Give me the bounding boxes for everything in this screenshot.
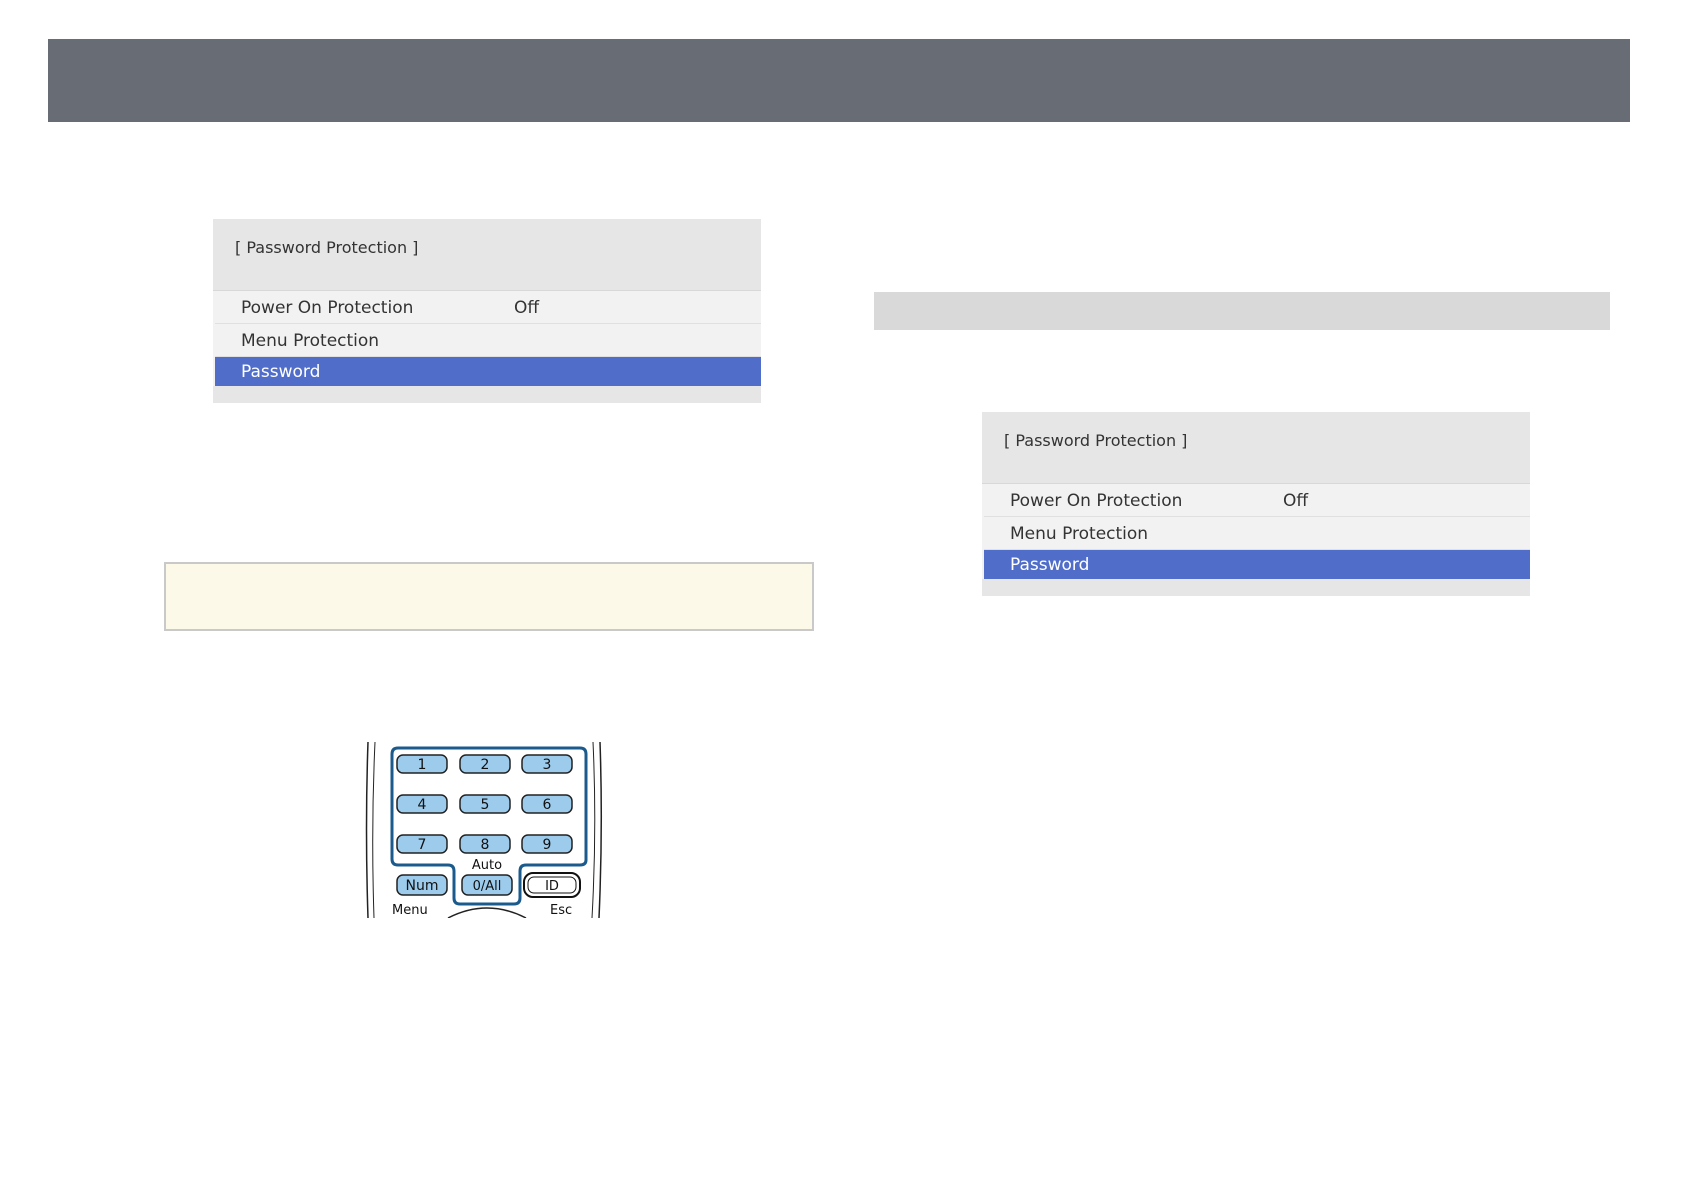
number-key-label: 5: [481, 797, 490, 813]
menu-item-label: Power On Protection: [1010, 491, 1183, 511]
remote-left-inner-edge: [372, 741, 376, 918]
menu-label: Menu: [392, 903, 428, 918]
menu-title: [ Password Protection ]: [982, 412, 1530, 484]
number-key-label: 6: [543, 797, 552, 813]
remote-left-edge: [365, 741, 369, 918]
number-key-label: 1: [418, 757, 427, 773]
password-protection-menu-left: [ Password Protection ] Power On Protect…: [213, 219, 761, 403]
number-key-label: 8: [481, 837, 490, 853]
menu-item-label: Menu Protection: [1010, 524, 1149, 544]
menu-item-value: Off: [1283, 491, 1309, 511]
zero-all-key-label: 0/All: [473, 879, 502, 894]
number-key-label: 3: [543, 757, 552, 773]
menu-item-label: Menu Protection: [241, 331, 380, 351]
password-protection-menu-right: [ Password Protection ] Power On Protect…: [982, 412, 1530, 596]
remote-control-illustration: 1 2 3 4 5 6 7 8 9 Num Auto 0/All ID Menu Esc: [360, 738, 610, 918]
num-key-label: Num: [406, 878, 439, 894]
menu-footer: [982, 579, 1530, 596]
number-key-label: 4: [418, 797, 427, 813]
menu-item-password-selected[interactable]: Password: [984, 550, 1530, 579]
menu-item-menu-protection[interactable]: Menu Protection: [215, 325, 761, 357]
auto-label: Auto: [472, 858, 502, 873]
menu-item-label: Password: [1010, 555, 1090, 575]
menu-item-power-on-protection[interactable]: Power On Protection Off: [984, 485, 1530, 517]
section-strip: [874, 292, 1610, 330]
menu-footer: [213, 386, 761, 403]
menu-item-label: Power On Protection: [241, 298, 414, 318]
number-key-label: 9: [543, 837, 552, 853]
remote-svg: 1 2 3 4 5 6 7 8 9 Num Auto 0/All ID Menu Esc: [365, 741, 603, 918]
remote-right-inner-edge: [591, 741, 596, 918]
menu-item-label: Password: [241, 362, 321, 382]
menu-item-menu-protection[interactable]: Menu Protection: [984, 518, 1530, 550]
dial-arc: [447, 907, 527, 918]
menu-item-password-selected[interactable]: Password: [215, 357, 761, 386]
menu-item-power-on-protection[interactable]: Power On Protection Off: [215, 292, 761, 324]
menu-item-value: Off: [514, 298, 540, 318]
menu-title: [ Password Protection ]: [213, 219, 761, 291]
number-key-label: 2: [481, 757, 490, 773]
note-box: [164, 562, 814, 631]
page-header-bar: [48, 39, 1630, 122]
esc-label: Esc: [550, 903, 572, 918]
remote-right-edge: [598, 741, 603, 918]
id-key-label: ID: [545, 879, 559, 894]
number-key-label: 7: [418, 837, 427, 853]
